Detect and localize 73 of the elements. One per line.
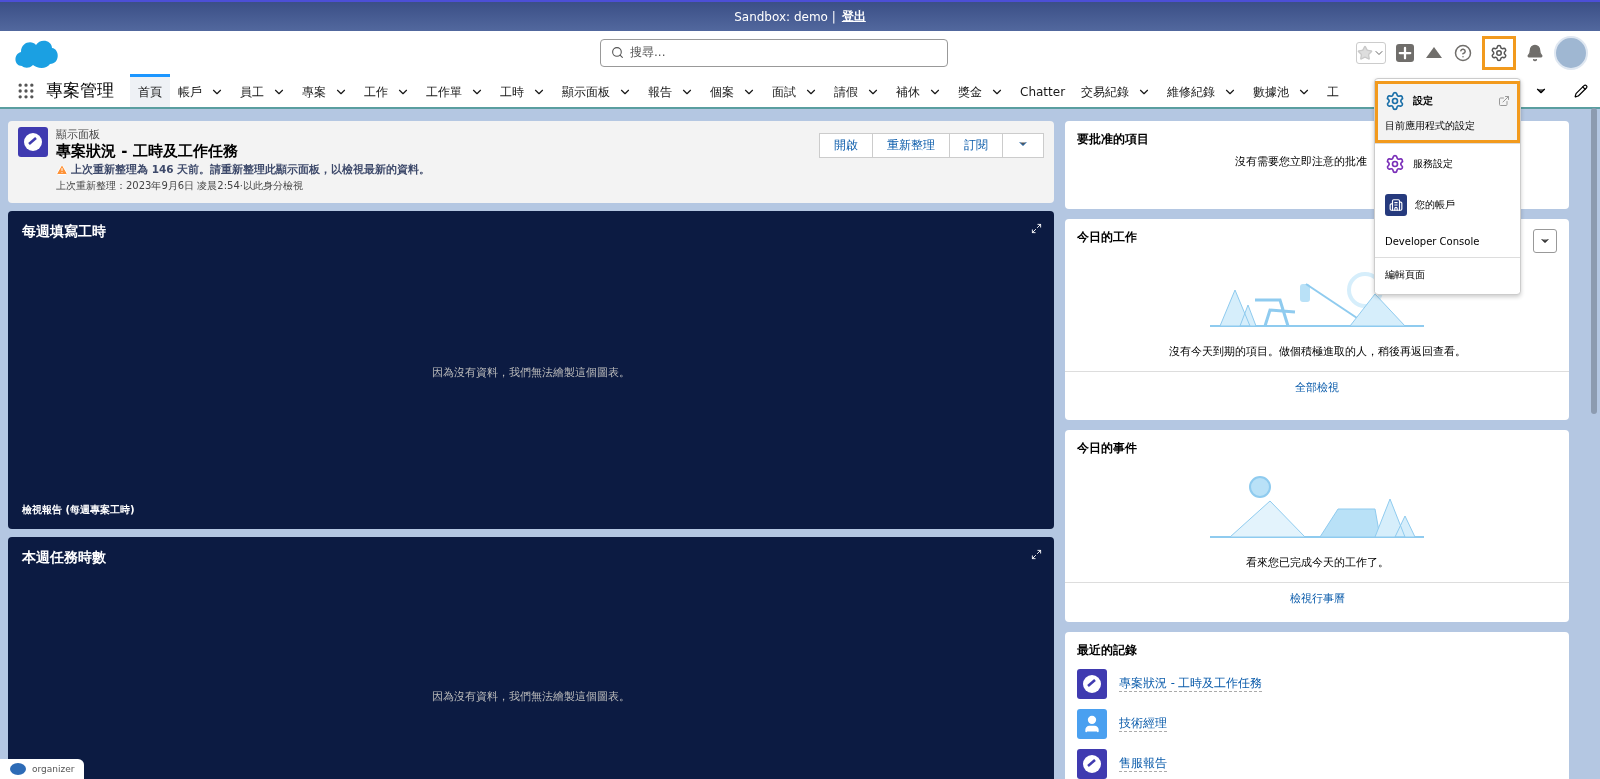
nav-tab[interactable]: 獎金 — [950, 74, 1012, 107]
card-title: 今日的事件 — [1077, 440, 1137, 457]
view-link[interactable]: 全部檢視 — [1065, 371, 1569, 395]
menu-item[interactable]: 設定 目前應用程式的設定 — [1375, 81, 1520, 143]
nav-tab[interactable]: Chatter — [1012, 74, 1074, 107]
nav-tab[interactable]: 個案 — [702, 74, 764, 107]
nav-tab[interactable]: 工作單 — [418, 74, 492, 107]
nav-tab[interactable]: 交易紀錄 — [1073, 74, 1160, 107]
card-title: 今日的工作 — [1077, 229, 1137, 246]
empty-message: 沒有今天到期的項目。做個積極進取的人，稍後再返回查看。 — [1167, 344, 1467, 359]
chart-title: 每週填寫工時 — [22, 223, 106, 241]
expand-icon[interactable] — [1031, 223, 1042, 234]
nav-tab[interactable]: 顯示面板 — [554, 74, 640, 107]
menu-item[interactable]: 您的帳戶 — [1375, 184, 1520, 226]
menu-item[interactable]: 編輯頁面 — [1375, 257, 1520, 292]
scrollbar[interactable] — [1591, 108, 1597, 414]
record-link[interactable]: 專案狀況 - 工時及工作任務 — [1119, 676, 1263, 692]
add-icon[interactable] — [1396, 43, 1414, 62]
nav-tab[interactable]: 請假 — [826, 74, 888, 107]
external-link-icon — [1498, 95, 1510, 107]
building-icon — [1385, 194, 1407, 216]
warning-icon — [56, 164, 68, 176]
gear-icon — [1385, 154, 1405, 174]
action-button[interactable]: 開啟 — [819, 133, 873, 158]
nav-tab[interactable]: 專案 — [294, 74, 356, 107]
help-icon[interactable] — [1454, 43, 1472, 62]
nav-tab[interactable]: 工 — [1319, 74, 1348, 107]
sandbox-label: Sandbox: demo | — [734, 9, 836, 24]
refresh-warning: 上次重新整理為 146 天前。請重新整理此顯示面板，以檢視最新的資料。 — [71, 163, 431, 177]
nav-tab[interactable]: 首頁 — [130, 74, 170, 107]
nav-tab[interactable]: 員工 — [232, 74, 294, 107]
nav-tab[interactable]: 工作 — [356, 74, 418, 107]
nav-tab[interactable]: 補休 — [888, 74, 950, 107]
last-refreshed: 上次重新整理：2023年9月6日 凌晨2:54·以此身分檢視 — [56, 179, 304, 193]
dashboard-icon — [1077, 669, 1107, 699]
settings-icon — [1490, 43, 1508, 62]
nav-tab[interactable]: 報告 — [640, 74, 702, 107]
organizer-badge[interactable]: organizer — [0, 759, 85, 779]
bell-icon[interactable] — [1526, 43, 1544, 62]
empty-message: 沒有需要您立即注意的批准 — [1235, 154, 1367, 169]
dashboard-title: 專案狀況 - 工時及工作任務 — [56, 142, 239, 161]
person-icon — [1077, 709, 1107, 739]
nav-tab[interactable]: 工時 — [492, 74, 554, 107]
menu-item[interactable]: Developer Console — [1375, 226, 1520, 257]
empty-message: 看來您已完成今天的工作了。 — [1244, 555, 1390, 570]
gear-icon — [1385, 91, 1405, 111]
record-link[interactable]: 技術經理 — [1119, 716, 1167, 732]
empty-chart-message: 因為沒有資料，我們無法繪製這個圖表。 — [432, 688, 630, 704]
chart-title: 本週任務時數 — [22, 549, 106, 567]
nav-tab[interactable]: 維修紀錄 — [1159, 74, 1246, 107]
report-link[interactable]: 檢視報告 (每週專案工時) — [22, 503, 1040, 517]
nav-tab[interactable]: 數據池 — [1245, 74, 1320, 107]
record-link[interactable]: 售服報告 — [1119, 756, 1167, 772]
object-type: 顯示面板 — [56, 127, 101, 142]
card-title: 最近的記錄 — [1077, 642, 1138, 659]
menu-item-description: 目前應用程式的設定 — [1385, 119, 1476, 133]
card-title: 要批准的項目 — [1077, 131, 1150, 148]
search-field[interactable]: 搜尋... — [600, 38, 948, 67]
logout-link[interactable]: 登出 — [841, 8, 866, 25]
action-button[interactable]: 重新整理 — [872, 133, 950, 158]
nav-tab[interactable]: 面試 — [764, 74, 826, 107]
expand-icon[interactable] — [1031, 549, 1042, 560]
settings-button[interactable] — [1482, 35, 1516, 70]
menu-item[interactable]: 服務設定 — [1375, 143, 1520, 184]
nav-tab[interactable]: 帳戶 — [170, 74, 232, 107]
view-link[interactable]: 檢視行事曆 — [1065, 582, 1569, 606]
search-icon — [611, 46, 624, 59]
dashboard-icon — [18, 127, 48, 157]
dropdown-button[interactable] — [1533, 229, 1557, 253]
empty-chart-message: 因為沒有資料，我們無法繪製這個圖表。 — [432, 364, 630, 380]
star-icon — [1357, 44, 1373, 61]
app-name: 專案管理 — [45, 79, 115, 102]
action-button[interactable]: 訂閱 — [949, 133, 1003, 158]
